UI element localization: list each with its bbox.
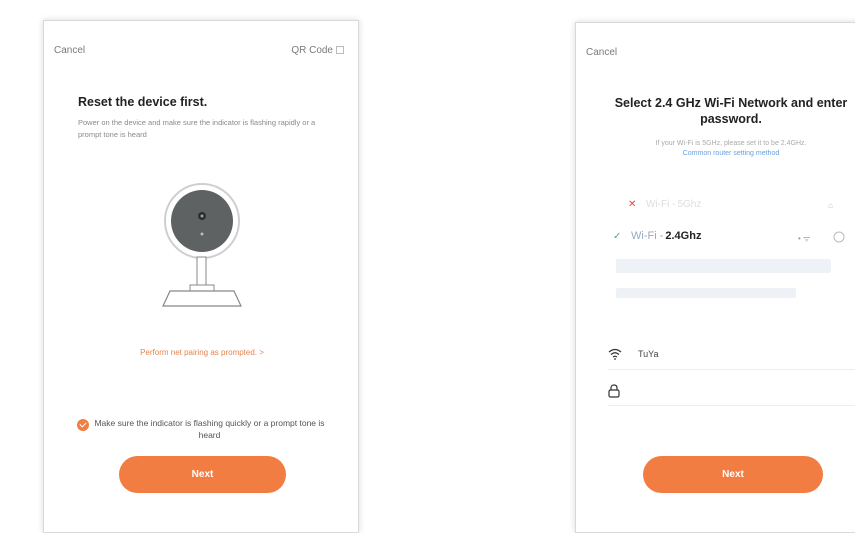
camera-illustration [162, 183, 242, 307]
network-item-placeholder[interactable] [616, 288, 796, 298]
wifi-name-field[interactable]: TuYa [608, 348, 659, 360]
confirm-text: Make sure the indicator is flashing quic… [94, 418, 325, 440]
check-icon: ✓ [613, 230, 622, 242]
router-setting-link[interactable]: Common router setting method [596, 149, 855, 159]
info-icon[interactable] [833, 231, 845, 243]
network-item-2-4ghz[interactable]: ✓ Wi-Fi - 2.4Ghz [613, 230, 701, 242]
wifi-select-screen: Cancel Select 2.4 GHz Wi-Fi Network and … [575, 22, 855, 533]
hint-text: If your Wi-Fi is 5GHz, please set it to … [655, 140, 807, 147]
network-name-prefix: Wi-Fi - [631, 230, 664, 242]
qr-code-icon [336, 46, 344, 55]
page-title: Select 2.4 GHz Wi-Fi Network and enter p… [614, 96, 848, 126]
signal-icon: • ᯤ [798, 234, 811, 243]
instruction-text: Power on the device and make sure the in… [78, 118, 316, 139]
pairing-prompt-link[interactable]: Perform net pairing as prompted. > [44, 348, 360, 357]
page-title: Reset the device first. [78, 95, 208, 109]
next-button[interactable]: Next [643, 456, 823, 493]
next-button[interactable]: Next [119, 456, 286, 493]
checkbox-checked-icon[interactable] [77, 419, 89, 431]
cross-icon: ✕ [628, 199, 637, 210]
wifi-hint: If your Wi-Fi is 5GHz, please set it to … [596, 139, 855, 159]
qr-code-label: QR Code [291, 45, 333, 56]
padlock-icon [608, 384, 628, 398]
network-band: 5Ghz [677, 199, 702, 210]
cancel-button[interactable]: Cancel [586, 47, 617, 58]
wifi-password-field[interactable] [608, 384, 638, 398]
divider [608, 405, 855, 406]
network-item-placeholder[interactable] [616, 259, 831, 273]
confirm-checkbox-row[interactable]: Make sure the indicator is flashing quic… [77, 417, 337, 441]
reset-device-screen: Cancel QR Code Reset the device first. P… [43, 20, 359, 533]
wifi-name-value: TuYa [638, 349, 659, 359]
network-band: 2.4Ghz [665, 230, 702, 242]
divider [608, 369, 855, 370]
lock-icon: ⌂ [828, 201, 833, 210]
cancel-button[interactable]: Cancel [54, 45, 85, 56]
qr-code-button[interactable]: QR Code [291, 45, 344, 56]
network-name-prefix: Wi-Fi - [646, 199, 676, 210]
wifi-icon [608, 348, 628, 360]
network-item-5ghz[interactable]: ✕ Wi-Fi - 5Ghz [628, 199, 701, 210]
